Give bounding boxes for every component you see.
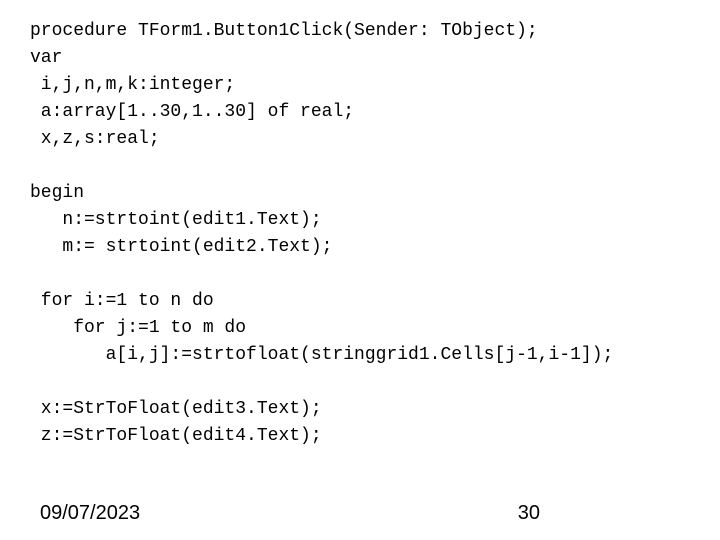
footer-date: 09/07/2023 [40,498,140,528]
code-block: procedure TForm1.Button1Click(Sender: TO… [30,18,690,450]
slide-footer: 09/07/2023 30 [40,498,680,528]
footer-page-number: 30 [518,498,540,528]
